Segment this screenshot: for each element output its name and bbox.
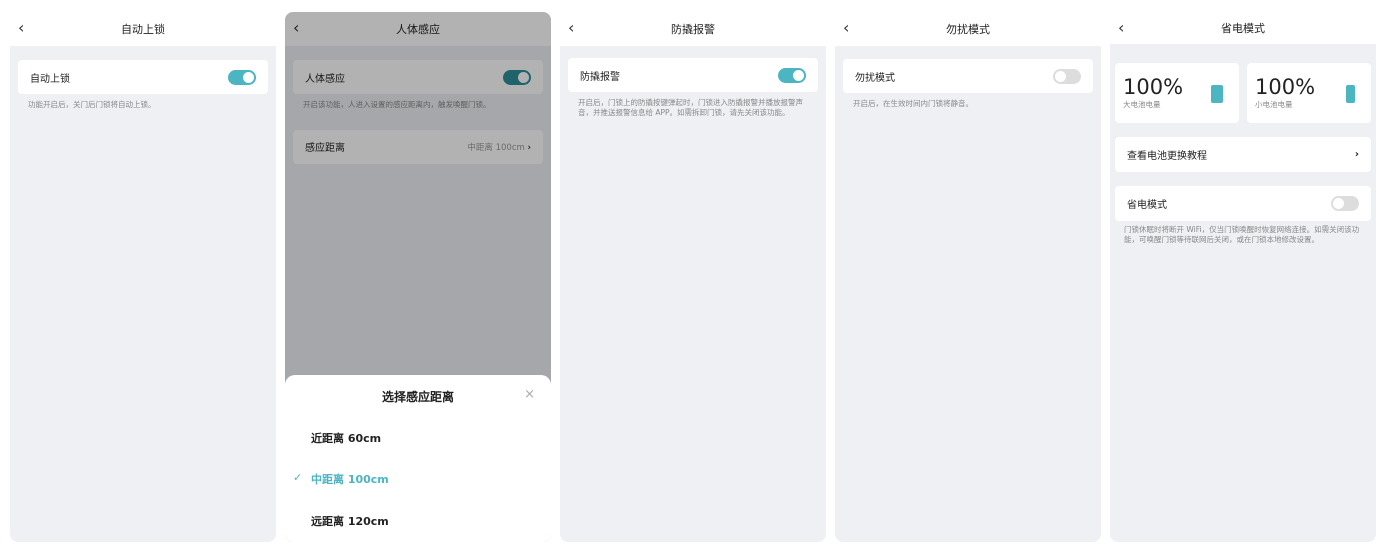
auto-lock-row: 自动上锁 xyxy=(18,60,268,94)
back-icon[interactable]: ‹ xyxy=(1118,18,1124,37)
row-label: 省电模式 xyxy=(1127,200,1167,211)
option-mid[interactable]: 中距离 100cm xyxy=(311,471,389,487)
row-label: 勿扰模式 xyxy=(855,72,895,84)
battery-icon xyxy=(1211,85,1223,103)
close-icon[interactable]: × xyxy=(524,387,535,402)
tamper-screen: ‹ 防撬报警 防撬报警 开启后，门锁上的防撬按键弹起时，门锁进入防撬报警并播放报警… xyxy=(560,12,826,542)
auto-lock-toggle[interactable] xyxy=(228,69,256,85)
check-icon: ✓ xyxy=(293,471,303,484)
header: ‹ 防撬报警 xyxy=(560,12,826,46)
description: 功能开启后，关门后门锁将自动上锁。 xyxy=(28,100,156,109)
page-title: 防撬报警 xyxy=(671,23,715,36)
battery-tutorial-row[interactable]: 查看电池更换教程 › xyxy=(1115,137,1371,172)
row-label: 防撬报警 xyxy=(580,71,620,83)
row-label: 自动上锁 xyxy=(30,73,70,85)
sheet-title: 选择感应距离 xyxy=(381,390,454,404)
back-icon[interactable]: ‹ xyxy=(843,18,849,37)
option-near[interactable]: 近距离 60cm xyxy=(311,430,381,446)
row-label: 查看电池更换教程 xyxy=(1127,151,1207,162)
tamper-row: 防撬报警 xyxy=(568,58,818,92)
tamper-toggle[interactable] xyxy=(778,67,806,83)
page-title: 勿扰模式 xyxy=(946,23,990,36)
power-save-screen: ‹ 省电模式 100% 大电池电量 100% 小电池电量 查看电池更换教程 › 省电模式… xyxy=(1110,12,1376,542)
description: 门锁休眠时将断开 WiFi，仅当门锁唤醒时恢复网络连接。如需关闭该功能，可唤醒门… xyxy=(1124,225,1360,244)
description: 开启后，门锁上的防撬按键弹起时，门锁进入防撬报警并播放报警声音，并推送报警信息给… xyxy=(578,98,803,117)
option-far[interactable]: 远距离 120cm xyxy=(311,513,389,529)
header: ‹ 勿扰模式 xyxy=(835,12,1101,46)
big-battery-card: 100% 大电池电量 xyxy=(1115,63,1239,123)
dnd-row: 勿扰模式 xyxy=(843,59,1093,93)
description: 开启后，在生效时间内门锁将静音。 xyxy=(853,99,973,108)
header: ‹ 省电模式 xyxy=(1110,12,1376,44)
distance-sheet: 选择感应距离 × 近距离 60cm ✓ 中距离 100cm 远距离 120cm xyxy=(285,375,551,542)
dnd-toggle[interactable] xyxy=(1053,68,1081,84)
back-icon[interactable]: ‹ xyxy=(568,18,574,37)
body-sense-screen: ‹ 人体感应 人体感应 开启该功能，人进入设置的感应距离内，触发唤醒门锁。 感应距… xyxy=(285,12,551,542)
power-save-row: 省电模式 xyxy=(1115,186,1371,221)
page-title: 省电模式 xyxy=(1221,22,1265,35)
auto-lock-screen: ‹ 自动上锁 自动上锁 功能开启后，关门后门锁将自动上锁。 xyxy=(10,12,276,542)
chevron-right-icon: › xyxy=(1354,149,1359,160)
header: ‹ 自动上锁 xyxy=(10,12,276,46)
dnd-screen: ‹ 勿扰模式 勿扰模式 开启后，在生效时间内门锁将静音。 xyxy=(835,12,1101,542)
small-battery-card: 100% 小电池电量 xyxy=(1247,63,1371,123)
back-icon[interactable]: ‹ xyxy=(18,18,24,37)
page-title: 自动上锁 xyxy=(121,23,165,36)
power-save-toggle[interactable] xyxy=(1331,196,1359,211)
battery-icon xyxy=(1346,85,1355,103)
